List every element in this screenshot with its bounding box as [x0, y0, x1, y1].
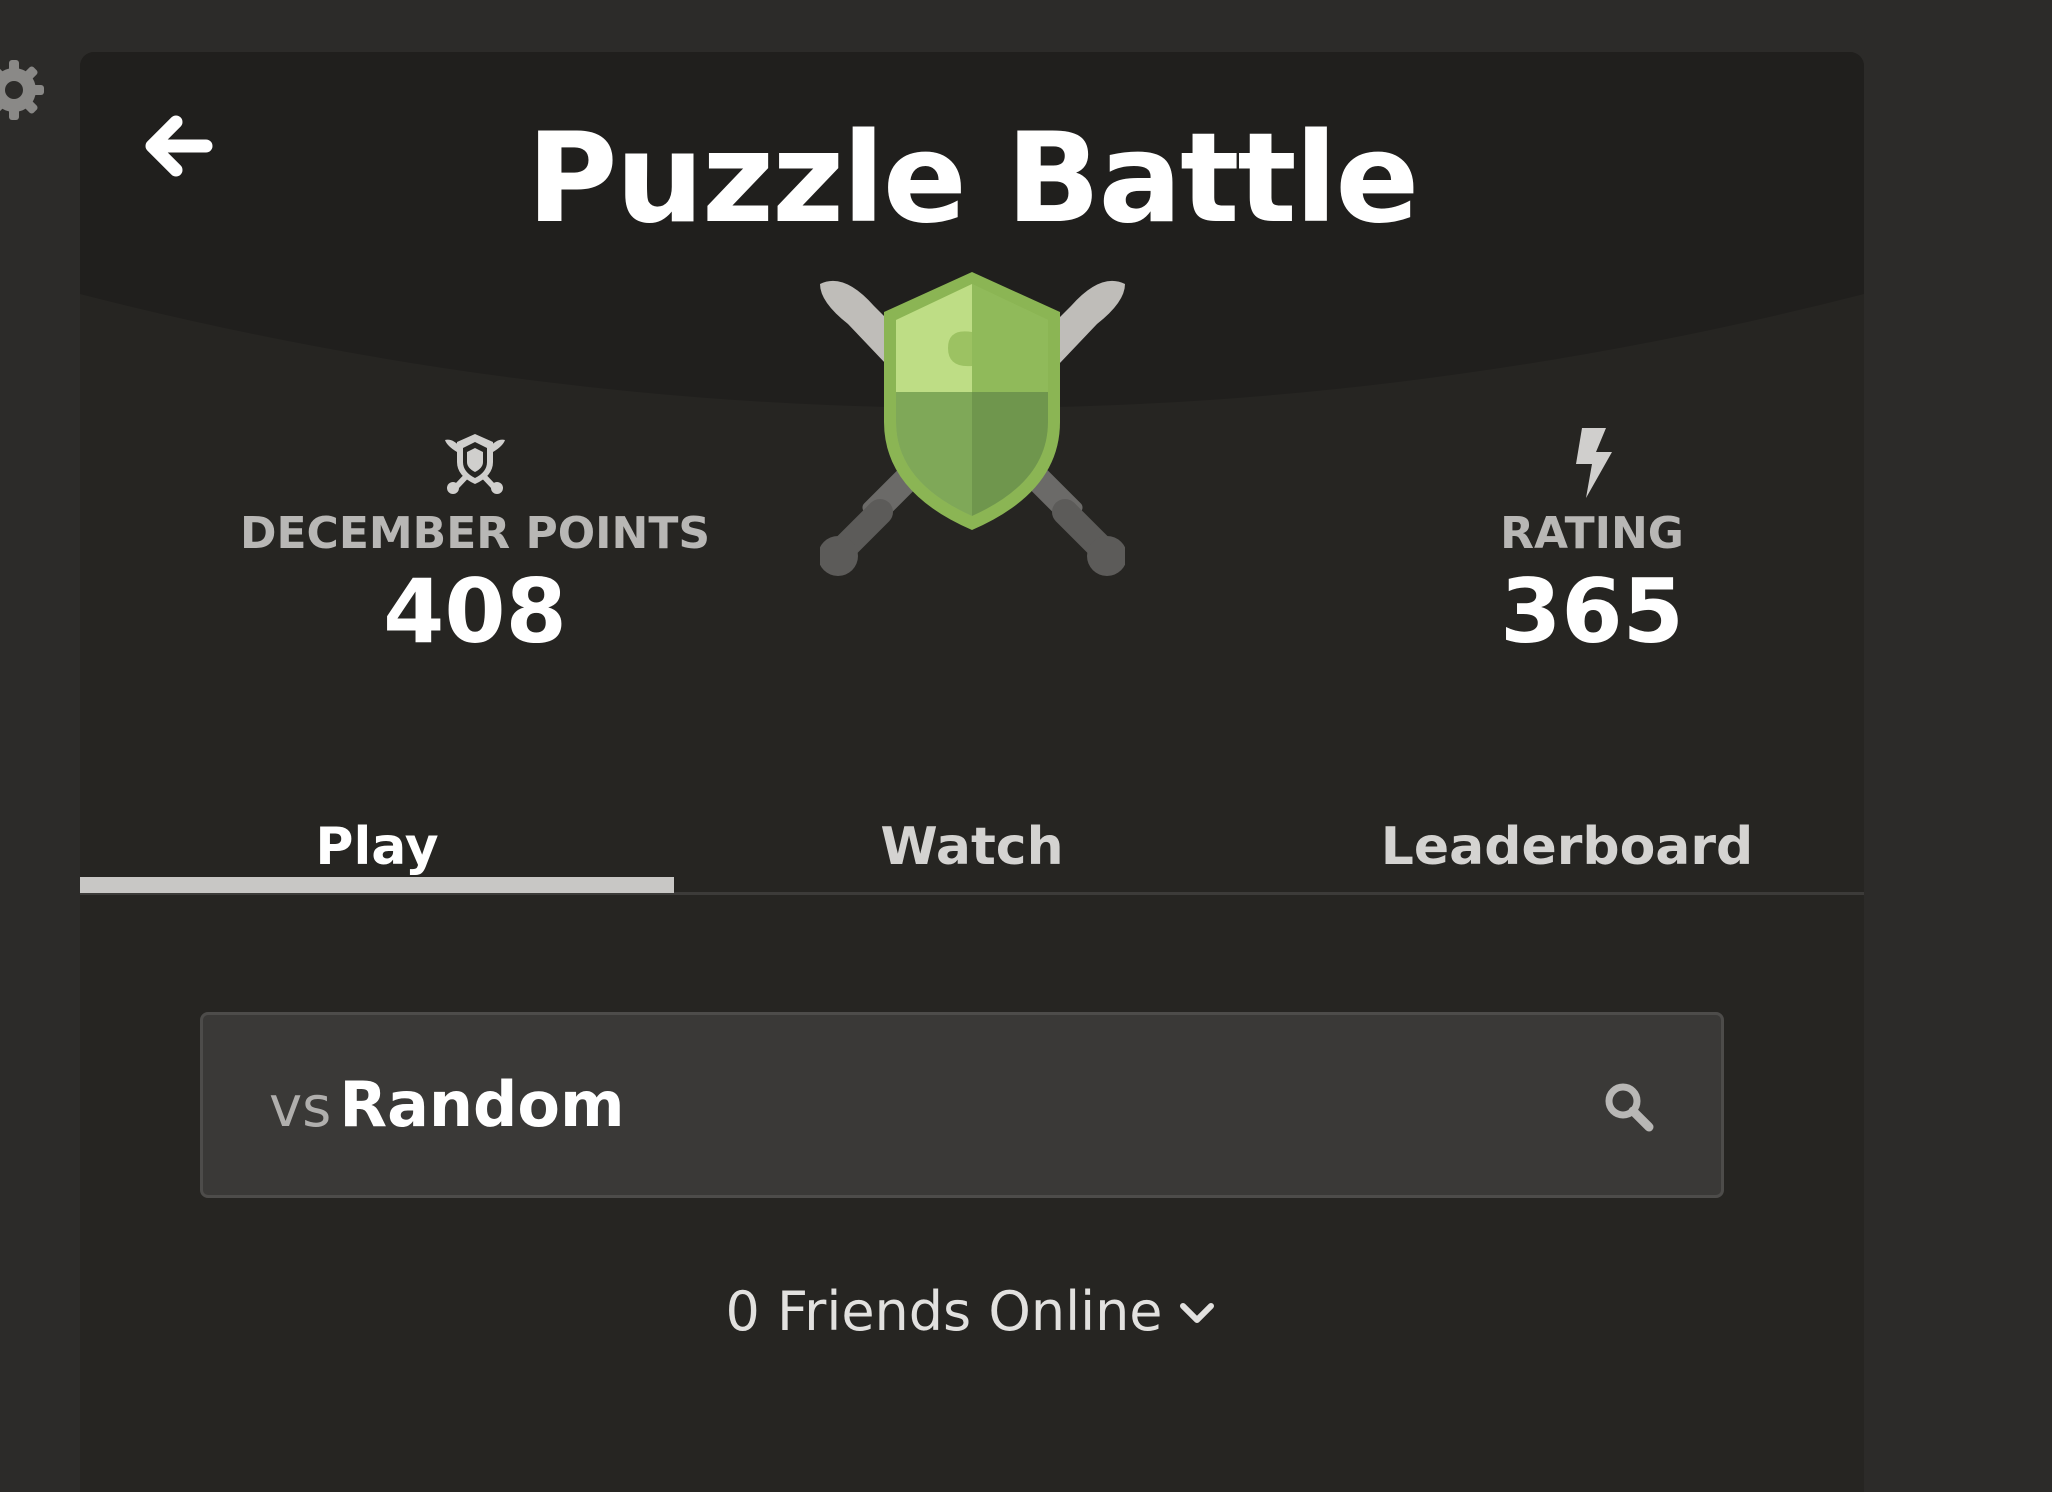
points-label: DECEMBER POINTS: [239, 508, 711, 559]
page-title: Puzzle Battle: [526, 107, 1420, 251]
rating-stat: RATING 365: [1292, 422, 1864, 664]
search-icon[interactable]: [1601, 1079, 1657, 1135]
points-value: 408: [383, 560, 567, 663]
gear-icon[interactable]: [0, 58, 46, 122]
opponent-search-text: vs Random: [269, 1015, 625, 1211]
friends-online-text: 0 Friends Online: [725, 1280, 1163, 1343]
chevron-down-icon: [1179, 1303, 1214, 1324]
puzzle-battle-panel: Puzzle Battle DECEMBER POINTS 408 RATING…: [80, 52, 1864, 1492]
points-stat: DECEMBER POINTS 408: [175, 422, 775, 664]
tab-leaderboard[interactable]: Leaderboard: [1270, 772, 1864, 889]
rating-value: 365: [1500, 560, 1684, 663]
active-tab-indicator: [80, 877, 674, 893]
tab-watch[interactable]: Watch: [675, 772, 1269, 889]
opponent-search-input[interactable]: vs Random: [200, 1012, 1724, 1198]
rating-label: RATING: [1500, 508, 1684, 559]
vs-prefix: vs: [269, 1075, 332, 1140]
tab-play[interactable]: Play: [80, 772, 674, 889]
opponent-value: Random: [339, 1068, 625, 1141]
friends-online-toggle[interactable]: 0 Friends Online: [80, 1274, 1864, 1350]
puzzle-battle-emblem: [820, 272, 1125, 576]
left-rail: [0, 0, 80, 1480]
shield-swords-icon: [445, 434, 505, 494]
lightning-bolt-icon: [1576, 428, 1612, 498]
